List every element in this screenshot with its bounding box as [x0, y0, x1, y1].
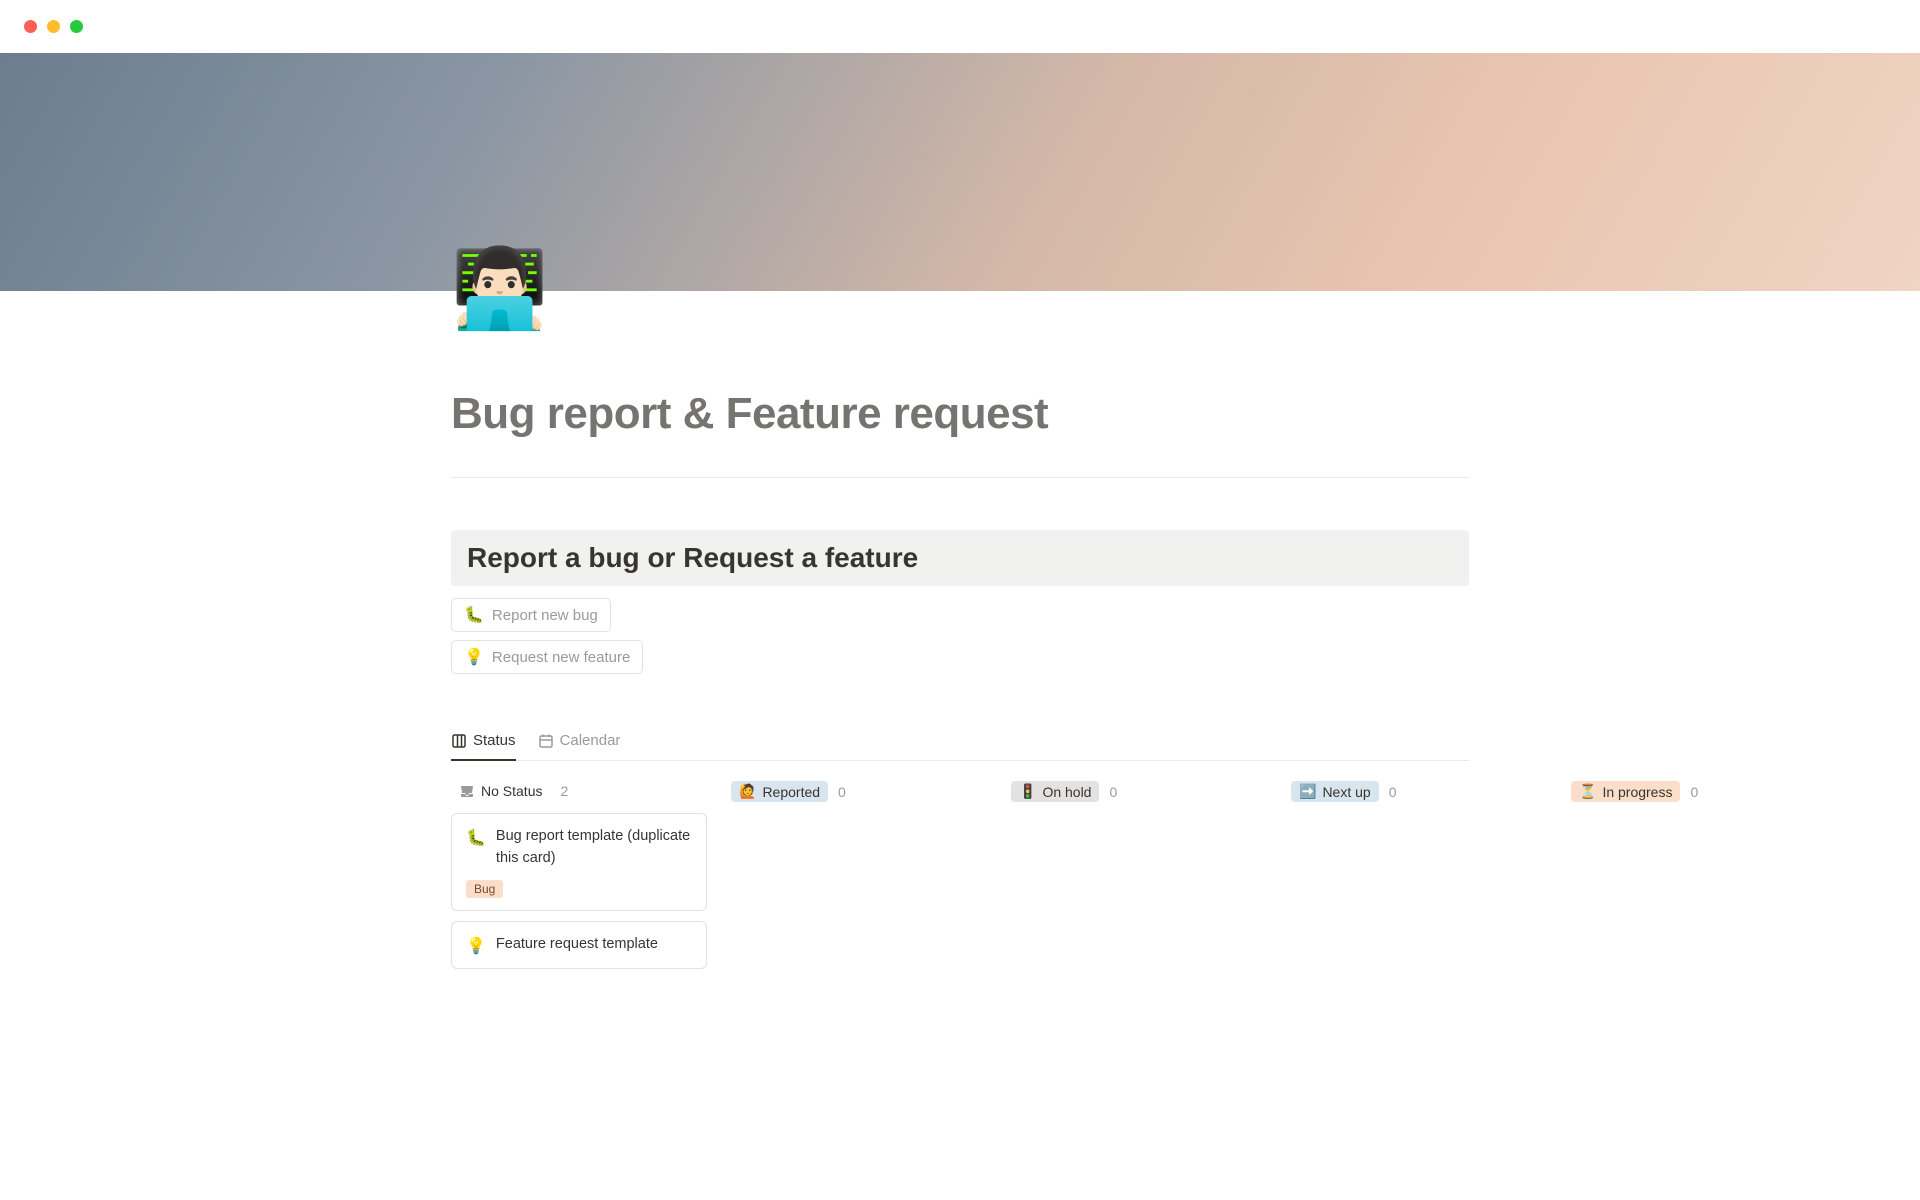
arrow-right-icon: ➡️	[1299, 783, 1316, 800]
board-icon	[451, 733, 467, 749]
close-window-button[interactable]	[24, 20, 37, 33]
column-next-up: ➡️ Next up 0	[1291, 781, 1547, 979]
column-count: 2	[560, 783, 568, 799]
button-label: Request new feature	[492, 649, 630, 666]
card-bug-report-template[interactable]: 🐛 Bug report template (duplicate this ca…	[451, 813, 707, 911]
card-title: Bug report template (duplicate this card…	[496, 826, 692, 870]
column-count: 0	[1690, 784, 1698, 800]
window-titlebar	[0, 0, 1920, 53]
bug-icon: 🐛	[464, 605, 484, 625]
callout-block: Report a bug or Request a feature	[451, 530, 1469, 586]
tab-calendar[interactable]: Calendar	[538, 732, 621, 761]
tab-status[interactable]: Status	[451, 732, 516, 761]
column-count: 0	[1389, 784, 1397, 800]
column-on-hold: 🚦 On hold 0	[1011, 781, 1267, 979]
page-title[interactable]: Bug report & Feature request	[451, 291, 1469, 439]
lightbulb-icon: 💡	[466, 936, 486, 956]
hourglass-icon: ⏳	[1579, 783, 1596, 800]
request-new-feature-button[interactable]: 💡 Request new feature	[451, 640, 643, 674]
column-no-status: No Status 2 🐛 Bug report template (dupli…	[451, 781, 707, 979]
inbox-icon	[459, 783, 475, 799]
column-reported: 🙋 Reported 0	[731, 781, 987, 979]
bug-icon: 🐛	[466, 828, 486, 848]
calendar-icon	[538, 733, 554, 749]
maximize-window-button[interactable]	[70, 20, 83, 33]
tab-label: Calendar	[560, 732, 621, 749]
minimize-window-button[interactable]	[47, 20, 60, 33]
divider	[451, 477, 1469, 478]
kanban-board: No Status 2 🐛 Bug report template (dupli…	[451, 781, 1469, 1019]
tab-label: Status	[473, 732, 516, 749]
page-icon[interactable]: 👨🏻‍💻	[451, 249, 548, 327]
traffic-light-icon: 🚦	[1019, 783, 1036, 800]
raising-hand-icon: 🙋	[739, 783, 756, 800]
report-new-bug-button[interactable]: 🐛 Report new bug	[451, 598, 611, 632]
callout-heading: Report a bug or Request a feature	[467, 542, 1453, 574]
status-label-in-progress[interactable]: ⏳ In progress	[1571, 781, 1680, 802]
status-label-on-hold[interactable]: 🚦 On hold	[1011, 781, 1099, 802]
page-cover[interactable]	[0, 53, 1920, 291]
view-tabs: Status Calendar	[451, 732, 1469, 761]
tag-bug: Bug	[466, 880, 503, 898]
button-label: Report new bug	[492, 607, 598, 624]
column-count: 0	[1109, 784, 1117, 800]
status-label-no-status[interactable]: No Status	[451, 781, 550, 801]
column-in-progress: ⏳ In progress 0	[1571, 781, 1827, 979]
card-feature-request-template[interactable]: 💡 Feature request template	[451, 921, 707, 969]
status-label-reported[interactable]: 🙋 Reported	[731, 781, 828, 802]
column-count: 0	[838, 784, 846, 800]
lightbulb-icon: 💡	[464, 647, 484, 667]
status-label-next-up[interactable]: ➡️ Next up	[1291, 781, 1379, 802]
card-title: Feature request template	[496, 934, 658, 956]
